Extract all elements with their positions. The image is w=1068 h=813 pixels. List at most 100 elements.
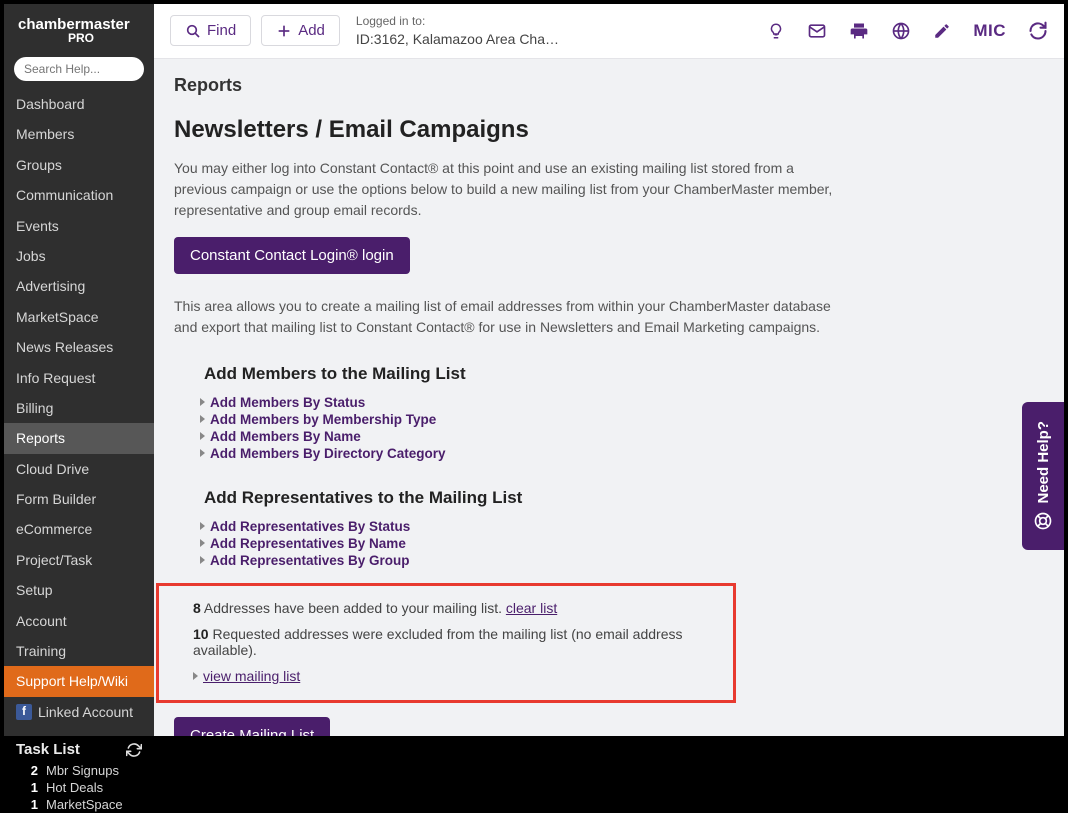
- sidebar-item-members[interactable]: Members: [4, 119, 154, 149]
- sidebar-item-dashboard[interactable]: Dashboard: [4, 89, 154, 119]
- sidebar-item-label: Communication: [16, 187, 113, 203]
- sidebar-item-project-task[interactable]: Project/Task: [4, 545, 154, 575]
- chevron-right-icon: [200, 398, 205, 406]
- breadcrumb: Reports: [174, 75, 1044, 96]
- task-list-header: Task List: [4, 727, 154, 762]
- area-text: This area allows you to create a mailing…: [174, 296, 834, 338]
- task-count: 1: [20, 780, 38, 795]
- chevron-right-icon: [200, 522, 205, 530]
- add-members-add-members-by-name[interactable]: Add Members By Name: [200, 428, 1044, 445]
- view-mailing-list-link[interactable]: view mailing list: [203, 668, 300, 684]
- add-reps-heading: Add Representatives to the Mailing List: [174, 488, 1044, 508]
- plus-icon: [276, 23, 292, 39]
- task-row[interactable]: 1 Hot Deals: [4, 779, 154, 796]
- sidebar-item-linked-account[interactable]: fLinked Account: [4, 697, 154, 727]
- mail-icon[interactable]: [807, 21, 827, 41]
- sidebar-item-label: News Releases: [16, 339, 113, 355]
- add-reps-add-representatives-by-group[interactable]: Add Representatives By Group: [200, 552, 1044, 569]
- sidebar-item-label: Dashboard: [16, 96, 85, 112]
- search-input[interactable]: [14, 57, 144, 81]
- reload-icon[interactable]: [1028, 21, 1048, 41]
- sidebar-item-label: Setup: [16, 582, 53, 598]
- sidebar-item-jobs[interactable]: Jobs: [4, 241, 154, 271]
- lifebuoy-icon: [1033, 511, 1053, 531]
- task-count: 1: [20, 797, 38, 812]
- content-area: Reports Newsletters / Email Campaigns Yo…: [154, 59, 1064, 736]
- sidebar-item-communication[interactable]: Communication: [4, 180, 154, 210]
- sidebar-item-reports[interactable]: Reports: [4, 423, 154, 453]
- find-button[interactable]: Find: [170, 15, 251, 46]
- sidebar-item-info-request[interactable]: Info Request: [4, 363, 154, 393]
- sidebar-item-account[interactable]: Account: [4, 606, 154, 636]
- add-button[interactable]: Add: [261, 15, 340, 46]
- intro-text: You may either log into Constant Contact…: [174, 158, 834, 221]
- sidebar-item-advertising[interactable]: Advertising: [4, 271, 154, 301]
- task-count: 2: [20, 763, 38, 778]
- sidebar-item-label: Info Request: [16, 370, 95, 386]
- chevron-right-icon: [200, 449, 205, 457]
- sidebar-item-label: Events: [16, 218, 59, 234]
- sidebar-item-label: Reports: [16, 430, 65, 446]
- sidebar-item-marketspace[interactable]: MarketSpace: [4, 302, 154, 332]
- clear-list-link[interactable]: clear list: [506, 600, 557, 616]
- sidebar-nav: Dashboard Members Groups Communication Event…: [4, 89, 154, 727]
- globe-icon[interactable]: [891, 21, 911, 41]
- sidebar-item-training[interactable]: Training: [4, 636, 154, 666]
- chevron-right-icon: [200, 539, 205, 547]
- pencil-icon[interactable]: [933, 22, 951, 40]
- added-count: 8: [193, 600, 201, 616]
- chevron-right-icon: [193, 672, 198, 680]
- sidebar: chambermaster PRO Dashboard Members Groups…: [4, 4, 154, 736]
- sidebar-item-label: Groups: [16, 157, 62, 173]
- brand-logo: chambermaster PRO: [4, 4, 154, 49]
- sidebar-item-form-builder[interactable]: Form Builder: [4, 484, 154, 514]
- sidebar-item-label: Jobs: [16, 248, 46, 264]
- create-mailing-list-button[interactable]: Create Mailing List: [174, 717, 330, 736]
- add-reps-add-representatives-by-name[interactable]: Add Representatives By Name: [200, 535, 1044, 552]
- print-icon[interactable]: [849, 21, 869, 41]
- sidebar-item-events[interactable]: Events: [4, 211, 154, 241]
- page-title: Newsletters / Email Campaigns: [174, 116, 1044, 144]
- sidebar-item-setup[interactable]: Setup: [4, 575, 154, 605]
- sidebar-item-label: MarketSpace: [16, 309, 98, 325]
- add-members-add-members-by-membership-type[interactable]: Add Members by Membership Type: [200, 411, 1044, 428]
- chevron-right-icon: [200, 556, 205, 564]
- login-info: Logged in to: ID:3162, Kalamazoo Area Ch…: [356, 14, 559, 48]
- add-reps-add-representatives-by-status[interactable]: Add Representatives By Status: [200, 518, 1044, 535]
- sidebar-item-billing[interactable]: Billing: [4, 393, 154, 423]
- need-help-tab[interactable]: Need Help?: [1022, 402, 1064, 550]
- sidebar-item-label: Linked Account: [38, 701, 133, 723]
- lightbulb-icon[interactable]: [767, 21, 785, 41]
- brand-edition: PRO: [18, 31, 144, 45]
- sidebar-item-support-help-wiki[interactable]: Support Help/Wiki: [4, 666, 154, 696]
- constant-contact-login-button[interactable]: Constant Contact Login® login: [174, 237, 410, 274]
- task-label: Mbr Signups: [46, 763, 119, 778]
- sidebar-item-label: Form Builder: [16, 491, 96, 507]
- sidebar-item-label: eCommerce: [16, 521, 92, 537]
- sidebar-item-label: Project/Task: [16, 552, 92, 568]
- topbar: Find Add Logged in to: ID:3162, Kalamazo…: [154, 4, 1064, 59]
- refresh-icon[interactable]: [126, 742, 142, 758]
- add-members-heading: Add Members to the Mailing List: [174, 364, 1044, 384]
- sidebar-item-label: Billing: [16, 400, 53, 416]
- task-row[interactable]: 2 Mbr Signups: [4, 762, 154, 779]
- task-label: MarketSpace: [46, 797, 123, 812]
- sidebar-item-cloud-drive[interactable]: Cloud Drive: [4, 454, 154, 484]
- sidebar-item-news-releases[interactable]: News Releases: [4, 332, 154, 362]
- chevron-right-icon: [200, 432, 205, 440]
- sidebar-item-label: Cloud Drive: [16, 461, 89, 477]
- sidebar-item-ecommerce[interactable]: eCommerce: [4, 514, 154, 544]
- mic-link[interactable]: MIC: [973, 21, 1006, 41]
- mailing-list-status-box: 8 Addresses have been added to your mail…: [156, 583, 736, 703]
- excluded-count: 10: [193, 626, 209, 642]
- task-label: Hot Deals: [46, 780, 103, 795]
- sidebar-item-label: Support Help/Wiki: [16, 673, 128, 689]
- sidebar-item-groups[interactable]: Groups: [4, 150, 154, 180]
- sidebar-item-label: Training: [16, 643, 66, 659]
- sidebar-item-label: Advertising: [16, 278, 85, 294]
- add-members-add-members-by-status[interactable]: Add Members By Status: [200, 394, 1044, 411]
- add-members-add-members-by-directory-category[interactable]: Add Members By Directory Category: [200, 445, 1044, 462]
- sidebar-item-label: Account: [16, 613, 67, 629]
- task-row[interactable]: 1 MarketSpace: [4, 796, 154, 813]
- chevron-right-icon: [200, 415, 205, 423]
